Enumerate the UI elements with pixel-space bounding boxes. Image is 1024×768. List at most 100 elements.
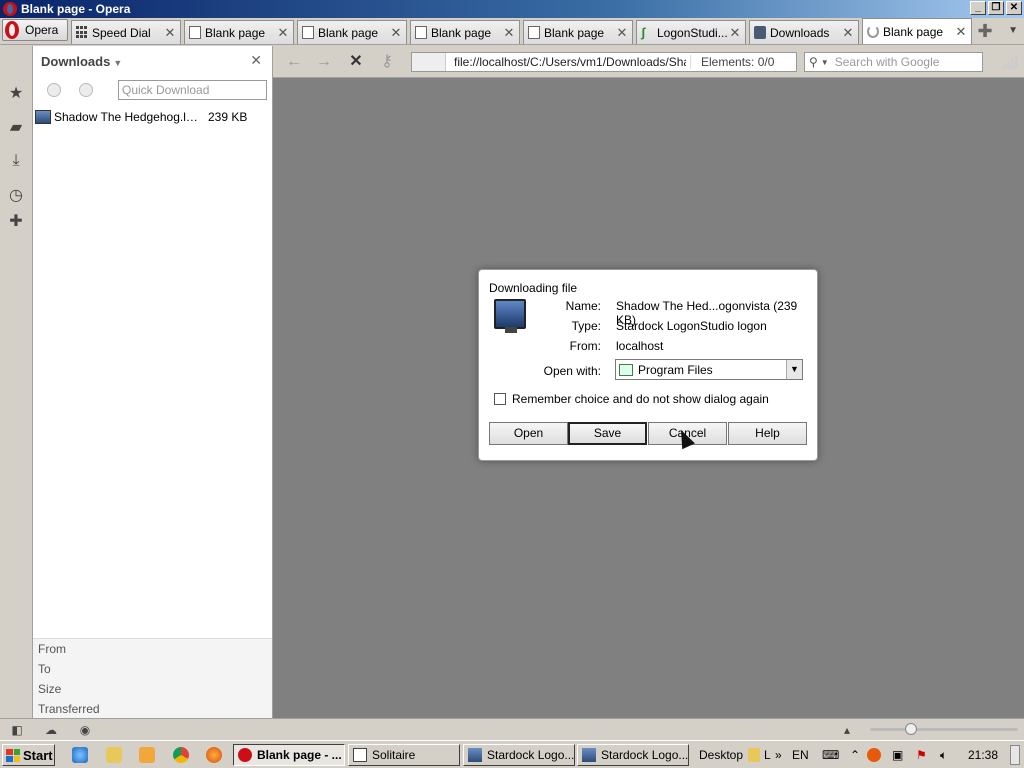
from-label: From: — [569, 339, 601, 353]
downloads-panel-title[interactable]: Downloads ▼ — [41, 54, 122, 69]
zoom-slider[interactable] — [870, 728, 1018, 731]
page-icon — [189, 26, 201, 39]
zoom-up-icon[interactable]: ▴ — [840, 723, 854, 737]
show-desktop-button[interactable] — [1010, 745, 1020, 765]
add-panel-icon[interactable]: ✚ — [8, 214, 24, 230]
file-explorer-icon[interactable] — [106, 747, 122, 763]
toolbar-overflow-icon[interactable]: » — [775, 744, 782, 766]
help-button[interactable]: Help — [728, 422, 807, 445]
restore-button[interactable]: ❐ — [988, 1, 1004, 15]
opera-menu-button[interactable]: Opera — [2, 19, 68, 41]
tab-close-icon[interactable]: ✕ — [164, 25, 176, 41]
tab-close-icon[interactable]: ✕ — [729, 25, 741, 41]
notes-icon[interactable]: ▰ — [8, 120, 24, 136]
downloads-panel-icon[interactable]: ⤓ — [8, 153, 24, 169]
detail-to-label: To — [38, 662, 51, 676]
tab-logonstudio[interactable]: ʃ LogonStudi... ✕ — [636, 20, 746, 44]
stop-loading-icon[interactable]: ✕ — [348, 54, 364, 70]
history-clock-icon[interactable]: ◷ — [8, 188, 24, 204]
close-panel-icon[interactable]: ✕ — [250, 52, 262, 69]
bookmarks-star-icon[interactable]: ★ — [8, 86, 24, 102]
task-stardock-1[interactable]: Stardock Logo... — [463, 744, 575, 766]
address-field[interactable]: file://localhost/C:/Users/vm1/Downloads/… — [411, 52, 797, 72]
download-item[interactable]: Shadow The Hedgehog.logo... 239 KB — [35, 108, 271, 126]
search-engine-dropdown-icon[interactable]: ▼ — [821, 58, 829, 67]
new-tab-button[interactable]: ✚ — [975, 21, 995, 41]
internet-explorer-icon[interactable] — [72, 747, 88, 763]
tab-label: Blank page — [431, 25, 492, 40]
forward-arrow-icon[interactable]: → — [316, 54, 332, 70]
opera-logo-icon — [3, 2, 17, 16]
task-label: Blank page - ... — [257, 748, 342, 762]
tab-close-icon[interactable]: ✕ — [842, 25, 854, 41]
tab-label: Downloads — [770, 25, 830, 40]
tab-blank-page[interactable]: Blank page ✕ — [410, 20, 520, 44]
quick-download-input[interactable]: Quick Download — [118, 80, 267, 100]
tab-close-icon[interactable]: ✕ — [390, 25, 402, 41]
back-arrow-icon[interactable]: ← — [286, 54, 302, 70]
site-badge[interactable] — [412, 53, 446, 71]
open-button[interactable]: Open — [489, 422, 568, 445]
stop-download-icon[interactable] — [47, 83, 61, 97]
save-button[interactable]: Save — [568, 422, 647, 445]
elements-counter: Elements: 0/0 — [690, 55, 774, 69]
windows-flag-icon — [6, 748, 20, 762]
tray-app-icon[interactable] — [867, 748, 881, 762]
remember-choice-label[interactable]: Remember choice and do not show dialog a… — [512, 392, 769, 406]
language-indicator[interactable]: EN — [792, 744, 809, 766]
task-label: Stardock Logo... — [601, 748, 689, 762]
from-value: localhost — [616, 339, 664, 353]
tab-blank-page-active[interactable]: Blank page ✕ — [862, 18, 972, 44]
logonstudio-icon: ʃ — [641, 25, 646, 40]
tab-bar: Opera Speed Dial ✕ Blank page ✕ Blank pa… — [0, 18, 1024, 45]
tab-label: Speed Dial — [92, 25, 151, 40]
tab-menu-icon[interactable]: ▼ — [1008, 25, 1018, 36]
folder-icon[interactable] — [748, 748, 760, 762]
panel-toggle-icon[interactable]: ◧ — [10, 723, 24, 737]
action-center-icon[interactable]: ⚑ — [916, 744, 927, 766]
key-icon[interactable]: ⚷ — [379, 54, 395, 70]
loading-icon — [867, 25, 879, 38]
turbo-icon[interactable]: ◉ — [78, 723, 92, 737]
close-button[interactable]: ✕ — [1006, 1, 1022, 15]
name-label: Name: — [565, 299, 601, 313]
task-solitaire[interactable]: Solitaire — [348, 744, 460, 766]
tab-close-icon[interactable]: ✕ — [503, 25, 515, 41]
chevron-down-icon[interactable]: ▼ — [786, 360, 802, 379]
downloads-icon — [754, 26, 766, 39]
tab-close-icon[interactable]: ✕ — [277, 25, 289, 41]
chevron-down-icon: ▼ — [113, 58, 123, 68]
zoom-slider-handle[interactable] — [905, 723, 917, 735]
firefox-icon[interactable] — [206, 747, 222, 763]
opera-logo-icon — [5, 21, 19, 39]
open-with-select[interactable]: Program Files ▼ — [615, 359, 803, 380]
page-icon — [302, 26, 314, 39]
tab-close-icon[interactable]: ✕ — [955, 24, 967, 40]
tab-label: Blank page — [883, 24, 944, 39]
network-icon[interactable]: ▣ — [892, 744, 903, 766]
keyboard-icon[interactable]: ⌨ — [822, 744, 839, 766]
task-stardock-2[interactable]: Stardock Logo... — [577, 744, 689, 766]
status-bar: ◧ ☁ ◉ ▴ — [0, 718, 1024, 740]
tab-blank-page[interactable]: Blank page ✕ — [297, 20, 407, 44]
tab-blank-page[interactable]: Blank page ✕ — [523, 20, 633, 44]
remember-choice-checkbox[interactable] — [494, 393, 506, 405]
tab-close-icon[interactable]: ✕ — [616, 25, 628, 41]
tab-blank-page[interactable]: Blank page ✕ — [184, 20, 294, 44]
search-field[interactable]: ⚲ ▼ Search with Google — [804, 52, 983, 72]
opera-unite-icon[interactable]: ☁ — [44, 723, 58, 737]
type-value: Stardock LogonStudio logon — [616, 319, 767, 333]
clock[interactable]: 21:38 — [968, 744, 998, 766]
tab-downloads[interactable]: Downloads ✕ — [749, 20, 859, 44]
start-button[interactable]: Start — [2, 744, 55, 766]
minimize-button[interactable]: _ — [970, 1, 986, 15]
volume-icon[interactable]: 🔈︎ — [940, 744, 947, 766]
chrome-icon[interactable] — [173, 747, 189, 763]
desktop-toolbar-label[interactable]: Desktop — [699, 744, 743, 766]
task-opera[interactable]: Blank page - ... — [233, 744, 345, 766]
show-hidden-icons-icon[interactable]: ⌃ — [850, 744, 860, 766]
resume-download-icon[interactable] — [79, 83, 93, 97]
media-player-icon[interactable] — [139, 747, 155, 763]
tab-speed-dial[interactable]: Speed Dial ✕ — [71, 20, 181, 44]
url-text[interactable]: file://localhost/C:/Users/vm1/Downloads/… — [446, 55, 686, 69]
